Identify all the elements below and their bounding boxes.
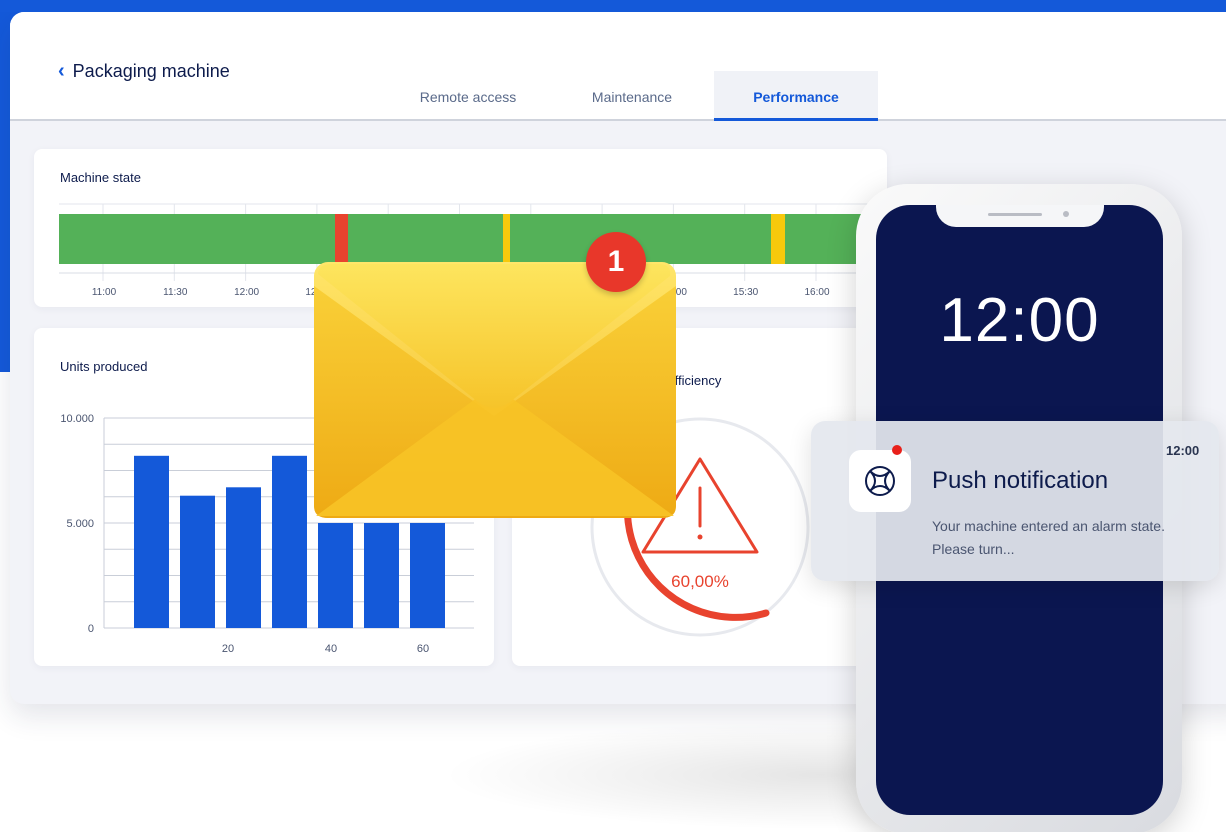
- mail-envelope: 1: [312, 226, 676, 526]
- y-tick-label: 5.000: [66, 518, 94, 530]
- bar: [410, 523, 445, 628]
- time-tick-label: 11:00: [92, 287, 117, 298]
- notification-time: 12:00: [1166, 443, 1200, 458]
- time-tick-label: 16:00: [804, 287, 829, 298]
- efficiency-value: 60,00%: [671, 572, 729, 591]
- dashboard-header: ‹ Packaging machine Remote access Mainte…: [10, 12, 1226, 121]
- camera-dot: [1063, 211, 1069, 217]
- back-button[interactable]: ‹ Packaging machine: [58, 60, 230, 83]
- bar: [180, 495, 215, 628]
- lock-screen-clock: 12:00: [939, 286, 1100, 355]
- bar: [226, 487, 261, 628]
- bar: [318, 523, 353, 628]
- time-tick-label: 15:30: [733, 287, 758, 298]
- x-tick-label: 40: [325, 643, 337, 655]
- x-tick-label: 60: [417, 643, 429, 655]
- phone-notch: [936, 205, 1104, 227]
- machine-name: Packaging machine: [72, 61, 230, 81]
- app-icon: [849, 450, 911, 512]
- bar: [272, 455, 307, 628]
- brand-top-strip: [0, 0, 1226, 12]
- x-tick-label: 20: [222, 643, 234, 655]
- notification-body: Your machine entered an alarm state. Ple…: [932, 518, 1165, 557]
- stage: ‹ Packaging machine Remote access Mainte…: [0, 0, 1226, 832]
- tab-remote-access[interactable]: Remote access: [386, 71, 550, 121]
- notification-title: Push notification: [932, 467, 1109, 494]
- y-tick-label: 10.000: [60, 413, 94, 425]
- push-notification[interactable]: 12:00 Push notification Your machine ent…: [811, 421, 1219, 581]
- time-tick-label: 12:00: [234, 287, 259, 298]
- unread-dot: [892, 445, 902, 455]
- speaker-grille: [988, 213, 1042, 216]
- state-warning-marker: [771, 214, 785, 264]
- warning-exclamation-dot: [697, 534, 703, 540]
- unread-count-badge: 1: [586, 232, 646, 292]
- y-tick-label: 0: [88, 623, 94, 635]
- app-logo-icon: [865, 466, 895, 496]
- tab-performance[interactable]: Performance: [714, 71, 878, 121]
- tab-maintenance[interactable]: Maintenance: [550, 71, 714, 121]
- chevron-left-icon: ‹: [58, 60, 65, 82]
- tab-bar: Remote access Maintenance Performance: [386, 71, 878, 121]
- time-tick-label: 11:30: [163, 287, 188, 298]
- bar: [134, 455, 169, 628]
- bar: [364, 523, 399, 628]
